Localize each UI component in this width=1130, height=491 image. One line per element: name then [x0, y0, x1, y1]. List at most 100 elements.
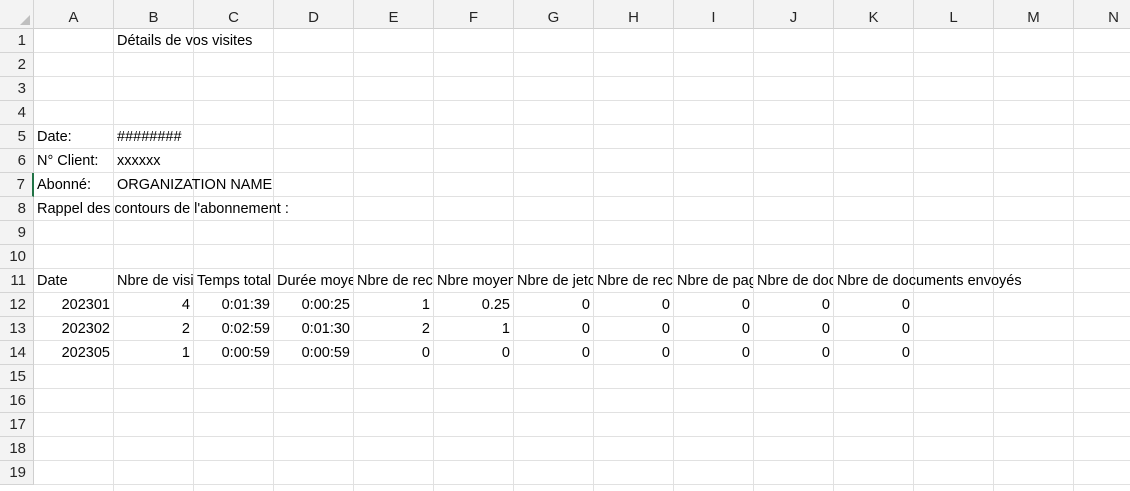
row-gridline — [34, 244, 1130, 245]
table-data-cell[interactable]: 0 — [594, 317, 673, 341]
column-header-f[interactable]: F — [434, 0, 514, 29]
row-header-12[interactable]: 12 — [0, 293, 34, 317]
table-header-cell[interactable]: Nbre de recherches — [594, 269, 673, 293]
cell-b5[interactable]: ######## — [114, 125, 185, 149]
cell-b1[interactable]: Détails de vos visites — [114, 29, 255, 53]
table-data-cell[interactable]: 2 — [354, 317, 433, 341]
column-header-a[interactable]: A — [34, 0, 114, 29]
cell-a7[interactable]: Abonné: — [34, 173, 94, 197]
table-data-cell[interactable]: 0 — [674, 341, 753, 365]
row-header-2[interactable]: 2 — [0, 53, 34, 77]
spreadsheet-grid[interactable]: ABCDEFGHIJKLMN 1 2 3 4 5 6 7 8 9 10 11 12 13 14 15 16 17… — [0, 0, 1130, 491]
table-data-cell[interactable]: 202302 — [34, 317, 113, 341]
column-gridline — [353, 29, 354, 491]
table-data-cell[interactable]: 202305 — [34, 341, 113, 365]
cell-a5[interactable]: Date: — [34, 125, 75, 149]
table-data-cell[interactable]: 0 — [834, 293, 913, 317]
table-data-cell[interactable]: 1 — [114, 341, 193, 365]
column-header-b[interactable]: B — [114, 0, 194, 29]
row-header-3[interactable]: 3 — [0, 77, 34, 101]
table-header-cell[interactable]: Temps total — [194, 269, 273, 293]
row-gridline — [34, 148, 1130, 149]
column-header-d[interactable]: D — [274, 0, 354, 29]
table-data-cell[interactable]: 0.25 — [434, 293, 513, 317]
row-header-9[interactable]: 9 — [0, 221, 34, 245]
table-data-cell[interactable]: 0 — [594, 341, 673, 365]
table-header-cell[interactable]: Nbre de jetons — [514, 269, 593, 293]
table-data-cell[interactable]: 0 — [514, 293, 593, 317]
table-data-cell[interactable]: 0 — [754, 341, 833, 365]
row-header-18[interactable]: 18 — [0, 437, 34, 461]
table-data-cell[interactable]: 0 — [514, 317, 593, 341]
table-data-cell[interactable]: 0:01:39 — [194, 293, 273, 317]
row-header-11[interactable]: 11 — [0, 269, 34, 293]
column-header-m[interactable]: M — [994, 0, 1074, 29]
column-gridline — [593, 29, 594, 491]
row-header-4[interactable]: 4 — [0, 101, 34, 125]
row-header-16[interactable]: 16 — [0, 389, 34, 413]
column-header-h[interactable]: H — [594, 0, 674, 29]
row-header-14[interactable]: 14 — [0, 341, 34, 365]
table-header-cell[interactable]: Nbre moyen — [434, 269, 513, 293]
row-gridline — [34, 484, 1130, 485]
table-data-cell[interactable]: 2 — [114, 317, 193, 341]
column-gridline — [113, 29, 114, 491]
table-data-cell[interactable]: 1 — [434, 317, 513, 341]
cell-b7[interactable]: ORGANIZATION NAME — [114, 173, 275, 197]
table-data-cell[interactable]: 0:00:59 — [194, 341, 273, 365]
cell-a8[interactable]: Rappel des contours de l'abonnement : — [34, 197, 292, 221]
row-header-15[interactable]: 15 — [0, 365, 34, 389]
table-data-cell[interactable]: 0 — [834, 317, 913, 341]
cell-b6[interactable]: xxxxxx — [114, 149, 164, 173]
table-data-cell[interactable]: 4 — [114, 293, 193, 317]
table-data-cell[interactable]: 0 — [514, 341, 593, 365]
table-data-cell[interactable]: 0 — [434, 341, 513, 365]
column-header-l[interactable]: L — [914, 0, 994, 29]
column-header-n[interactable]: N — [1074, 0, 1130, 29]
table-data-cell[interactable]: 0:00:25 — [274, 293, 353, 317]
table-data-cell[interactable]: 0 — [754, 317, 833, 341]
row-header-10[interactable]: 10 — [0, 245, 34, 269]
table-header-cell[interactable]: Nbre de visites — [114, 269, 193, 293]
column-header-e[interactable]: E — [354, 0, 434, 29]
table-data-cell[interactable]: 0 — [754, 293, 833, 317]
row-header-1[interactable]: 1 — [0, 29, 34, 53]
table-header-cell[interactable]: Date — [34, 269, 113, 293]
row-header-7[interactable]: 7 — [0, 173, 34, 197]
table-data-cell[interactable]: 202301 — [34, 293, 113, 317]
table-data-cell[interactable]: 0 — [834, 341, 913, 365]
row-header-5[interactable]: 5 — [0, 125, 34, 149]
row-header-19[interactable]: 19 — [0, 461, 34, 485]
row-header-13[interactable]: 13 — [0, 317, 34, 341]
column-gridline — [753, 29, 754, 491]
table-data-cell[interactable]: 0 — [354, 341, 433, 365]
column-header-i[interactable]: I — [674, 0, 754, 29]
table-data-cell[interactable]: 0:01:30 — [274, 317, 353, 341]
table-header-cell[interactable]: Nbre de recherches — [354, 269, 433, 293]
row-header-8[interactable]: 8 — [0, 197, 34, 221]
table-data-cell[interactable]: 0 — [674, 317, 753, 341]
table-header-cell[interactable]: Nbre de pages — [674, 269, 753, 293]
row-header-17[interactable]: 17 — [0, 413, 34, 437]
row-gridline — [34, 436, 1130, 437]
table-data-cell[interactable]: 0:02:59 — [194, 317, 273, 341]
table-header-cell[interactable]: Durée moyenne — [274, 269, 353, 293]
table-data-cell[interactable]: 0 — [594, 293, 673, 317]
cell-a6[interactable]: N° Client: — [34, 149, 101, 173]
row-gridline — [34, 412, 1130, 413]
table-data-cell[interactable]: 1 — [354, 293, 433, 317]
column-header-k[interactable]: K — [834, 0, 914, 29]
row-gridline — [34, 460, 1130, 461]
column-gridline — [673, 29, 674, 491]
table-header-cell[interactable]: Nbre de documents envoyés — [834, 269, 1025, 293]
table-data-cell[interactable]: 0:00:59 — [274, 341, 353, 365]
table-header-cell[interactable]: Nbre de documents — [754, 269, 833, 293]
column-header-c[interactable]: C — [194, 0, 274, 29]
row-gridline — [34, 100, 1130, 101]
select-all-corner[interactable] — [0, 0, 34, 29]
column-header-g[interactable]: G — [514, 0, 594, 29]
table-data-cell[interactable]: 0 — [674, 293, 753, 317]
row-header-6[interactable]: 6 — [0, 149, 34, 173]
column-header-j[interactable]: J — [754, 0, 834, 29]
column-gridline — [833, 29, 834, 491]
